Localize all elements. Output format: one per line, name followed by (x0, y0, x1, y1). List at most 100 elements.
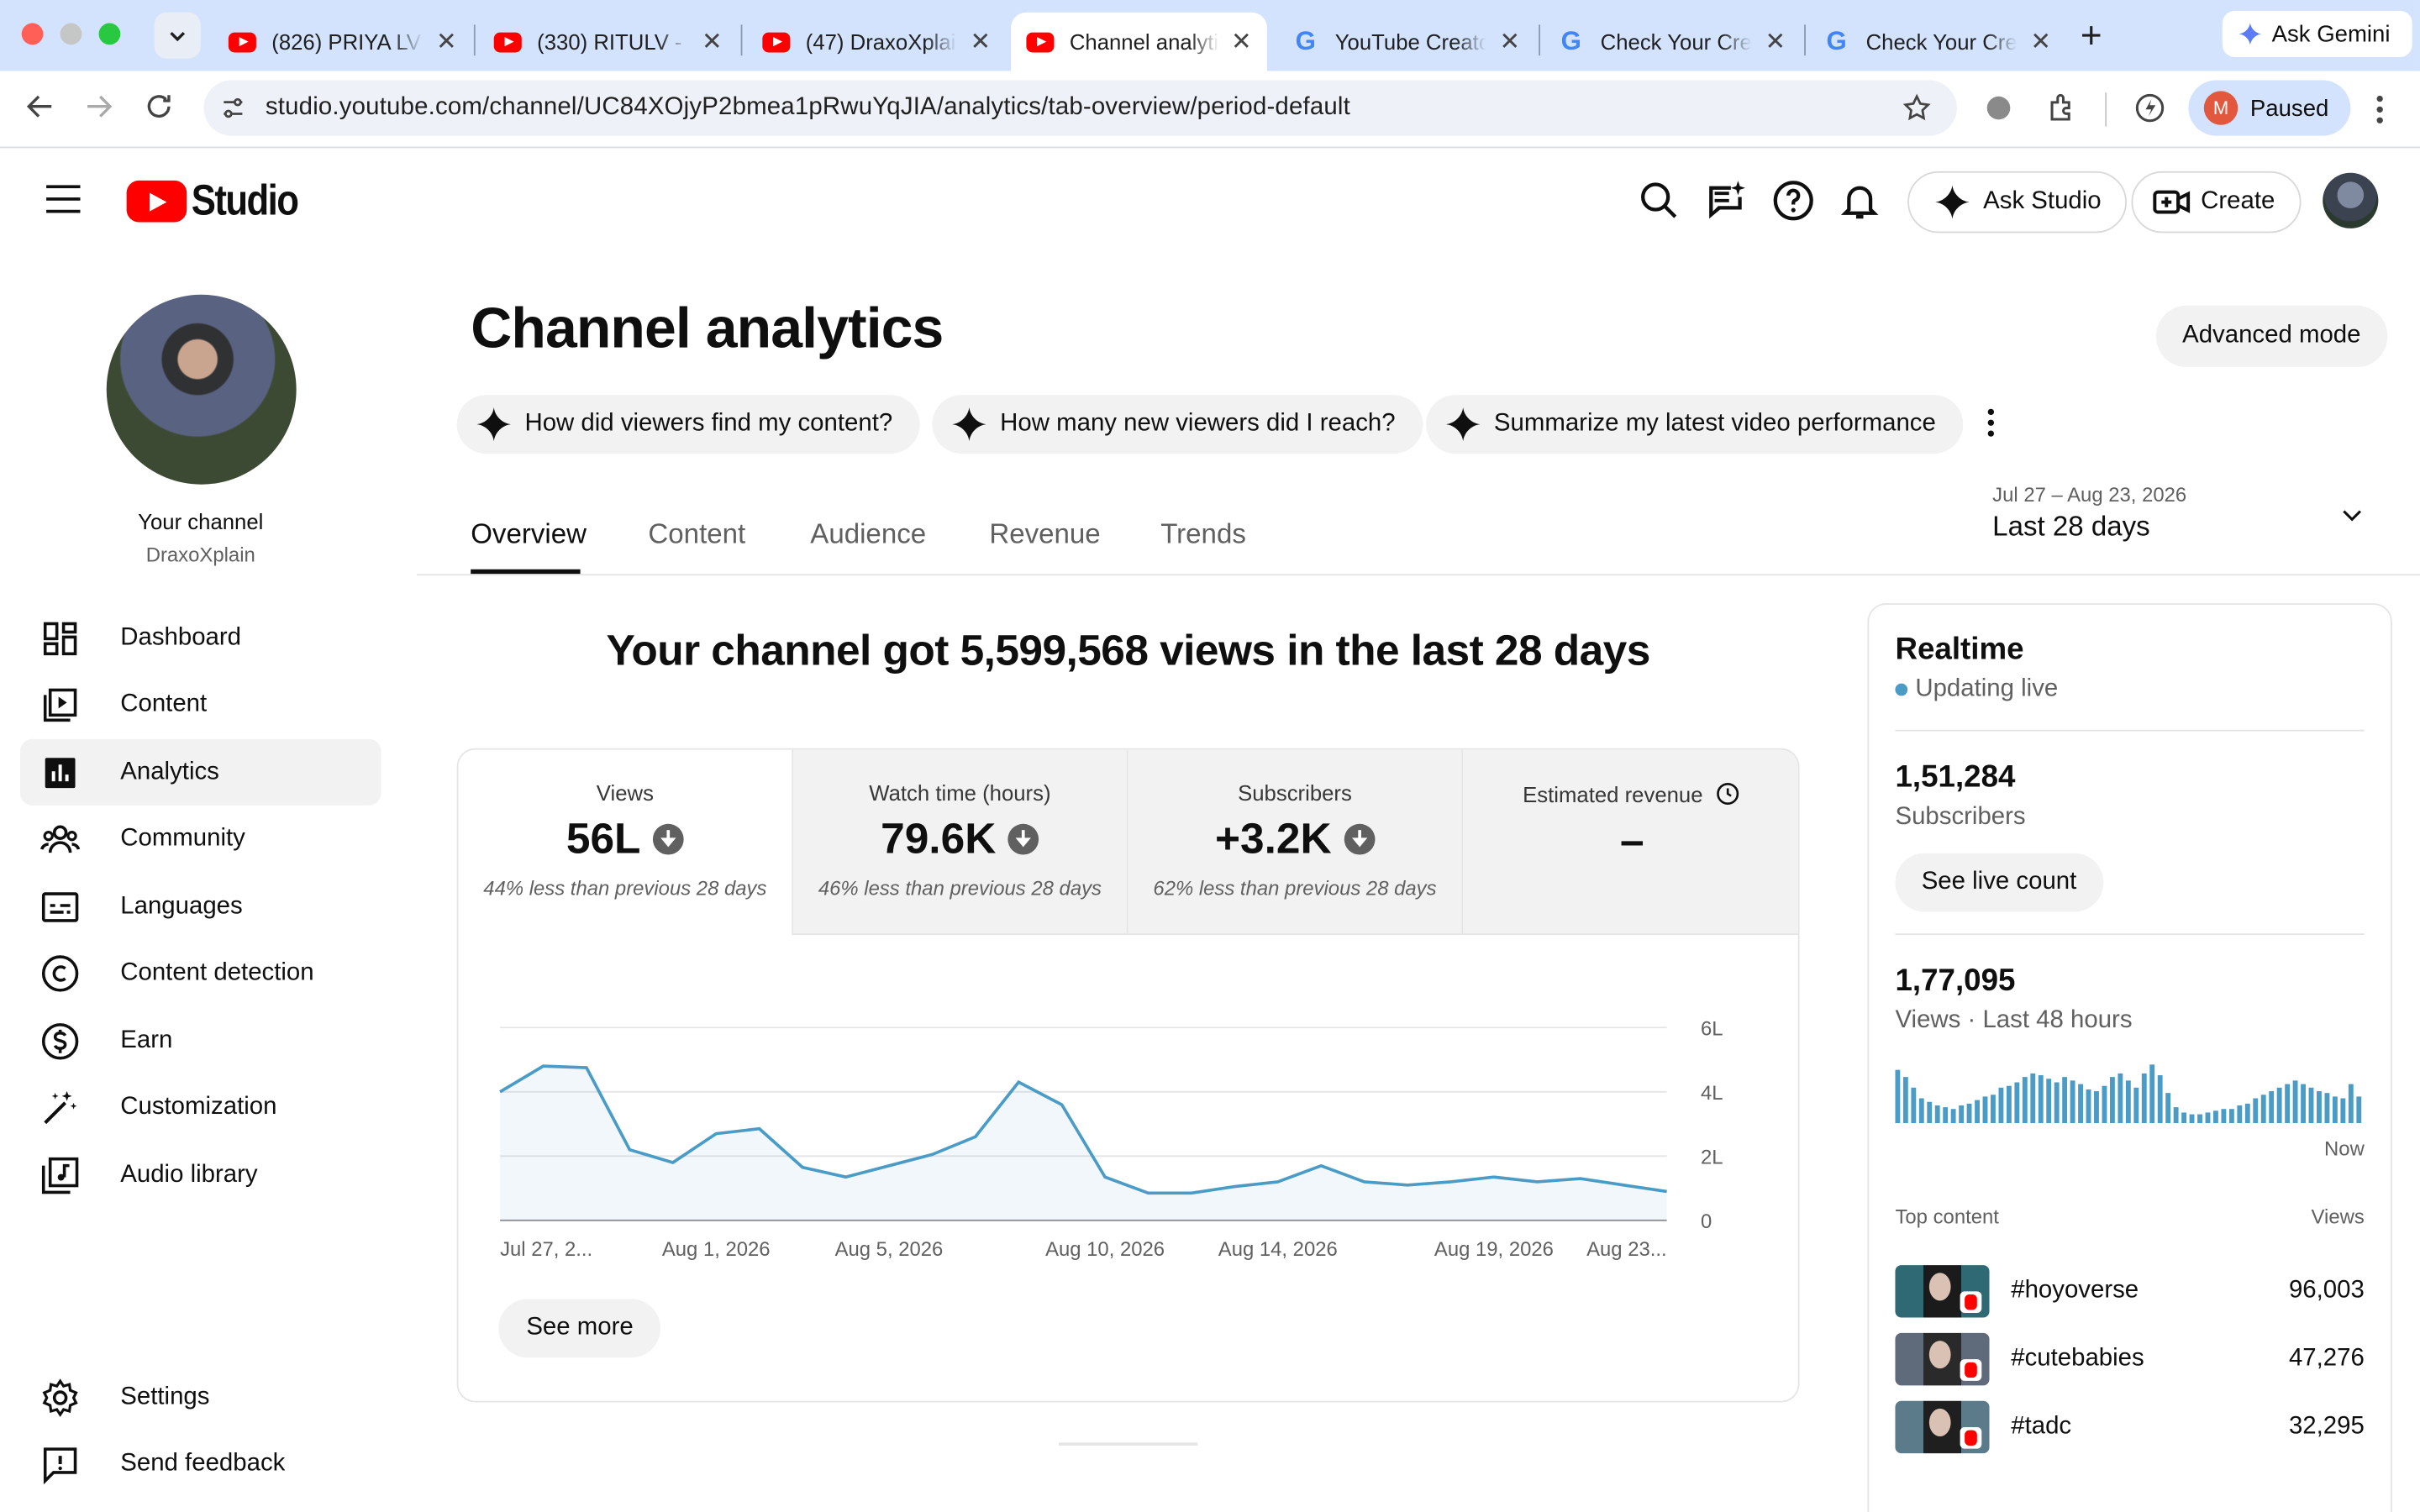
metric-value: 79.6K (881, 814, 997, 863)
close-tab-icon[interactable]: ✕ (2018, 26, 2051, 57)
back-arrow-icon[interactable] (22, 90, 59, 123)
sidebar-item-content-detection[interactable]: Content detection (20, 940, 381, 1006)
studio-logo[interactable]: Studio (126, 176, 317, 225)
chevron-down-icon[interactable] (2339, 503, 2364, 528)
ask-gemini-button[interactable]: Ask Gemini (2222, 10, 2412, 57)
views-line-chart: 0 2L 4L 6L Jul 27, 2... Aug 1, 2026 Aug 5, 202… (499, 1017, 1723, 1261)
x-tick-label: Aug 23... (1586, 1238, 1667, 1261)
tab-trends[interactable]: Trends (1160, 518, 1246, 551)
realtime-bar (1975, 1100, 1980, 1124)
sidebar-item-settings[interactable]: Settings (20, 1364, 381, 1431)
comments-sparkle-icon[interactable] (1704, 179, 1747, 222)
browser-menu-icon[interactable] (2376, 95, 2383, 123)
channel-name: DraxoXplain (145, 543, 255, 567)
logo-text: Studio (191, 176, 299, 224)
metric-subscribers[interactable]: Subscribers +3.2K 62% less than previous… (1128, 749, 1464, 936)
tab-overview[interactable]: Overview (471, 518, 587, 551)
search-icon[interactable] (1638, 179, 1681, 222)
close-tab-icon[interactable]: ✕ (689, 26, 723, 57)
metric-label: Estimated revenue (1523, 781, 1703, 806)
ask-studio-label: Ask Studio (1983, 188, 2102, 215)
sidebar-item-earn[interactable]: Earn (20, 1007, 381, 1074)
profile-button[interactable]: M Paused (2188, 80, 2351, 136)
maximize-window-button[interactable] (98, 23, 121, 45)
gemini-sparkle-icon (2238, 22, 2262, 45)
browser-tab[interactable]: (330) RITULV - ✕ (478, 13, 738, 71)
browser-tab[interactable]: G YouTube Creator ✕ (1276, 13, 1536, 71)
realtime-bar (2292, 1080, 2298, 1124)
minimize-window-button[interactable] (60, 23, 82, 45)
tab-content[interactable]: Content (648, 518, 745, 551)
tab-revenue[interactable]: Revenue (989, 518, 1100, 551)
tab-audience[interactable]: Audience (810, 518, 926, 551)
metric-value: 56L (566, 814, 641, 863)
realtime-bar (2317, 1091, 2322, 1124)
tab-search-button[interactable] (154, 12, 201, 59)
suggestion-chip[interactable]: How did viewers find my content? (456, 395, 921, 454)
sidebar-item-customization[interactable]: Customization (20, 1074, 381, 1140)
browser-tab[interactable]: G Check Your Cre ✕ (1542, 13, 1802, 71)
see-more-button[interactable]: See more (498, 1299, 661, 1358)
account-avatar[interactable] (2323, 172, 2379, 228)
sidebar-item-send-feedback[interactable]: Send feedback (20, 1431, 381, 1497)
channel-avatar[interactable] (106, 294, 297, 485)
live-dot-icon (1895, 683, 1908, 696)
reload-icon[interactable] (140, 90, 177, 123)
google-icon: G (1560, 26, 1581, 56)
sidebar-item-languages[interactable]: Languages (20, 874, 381, 940)
browser-tab[interactable]: G Check Your Cre ✕ (1807, 13, 2067, 71)
close-tab-icon[interactable]: ✕ (958, 26, 992, 57)
site-settings-icon[interactable] (219, 94, 247, 122)
forward-arrow-icon[interactable] (81, 90, 118, 123)
metric-estimated-revenue[interactable]: Estimated revenue – (1463, 749, 1798, 936)
create-button[interactable]: Create (2131, 171, 2302, 234)
realtime-bar (2237, 1105, 2243, 1124)
browser-tab-active[interactable]: Channel analytics ✕ (1011, 12, 1267, 71)
advanced-mode-button[interactable]: Advanced mode (2155, 305, 2387, 368)
sidebar-item-label: Audio library (120, 1161, 258, 1188)
extensions-icon[interactable] (2045, 91, 2079, 124)
sidebar-item-content[interactable]: Content (20, 671, 381, 738)
google-icon: G (1295, 26, 1316, 56)
realtime-bar (2340, 1098, 2346, 1124)
performance-icon[interactable] (2133, 91, 2166, 124)
new-tab-button[interactable]: + (2081, 15, 2102, 58)
menu-icon[interactable] (46, 185, 81, 222)
see-live-count-button[interactable]: See live count (1895, 853, 2103, 912)
close-tab-icon[interactable]: ✕ (1487, 26, 1521, 57)
sidebar-item-label: Content detection (120, 958, 314, 985)
close-window-button[interactable] (21, 23, 44, 45)
sidebar-item-dashboard[interactable]: Dashboard (20, 605, 381, 671)
suggestion-chip[interactable]: Summarize my latest video performance (1426, 395, 1964, 454)
translate-icon[interactable] (1983, 92, 2014, 123)
address-bar[interactable]: studio.youtube.com/channel/UC84XOjyP2bme… (203, 80, 1957, 136)
sidebar-item-audio-library[interactable]: Audio library (20, 1142, 381, 1208)
realtime-bar (2276, 1087, 2282, 1124)
close-tab-icon[interactable]: ✕ (1753, 26, 1786, 57)
top-content-row[interactable]: #tadc 32,295 (1895, 1400, 2365, 1454)
realtime-bar (2228, 1109, 2234, 1124)
realtime-views-bar-chart (1895, 1064, 2362, 1124)
suggestion-chip[interactable]: How many new viewers did I reach? (932, 395, 1423, 454)
sidebar-item-analytics[interactable]: Analytics (19, 738, 381, 806)
top-content-row[interactable]: #cutebabies 47,276 (1895, 1332, 2365, 1386)
ask-studio-button[interactable]: Ask Studio (1907, 171, 2128, 234)
bookmark-star-icon[interactable] (1902, 92, 1933, 123)
close-tab-icon[interactable]: ✕ (1218, 26, 1252, 57)
metric-label: Watch time (hours) (869, 780, 1051, 806)
realtime-bar (2149, 1064, 2155, 1124)
metric-views[interactable]: Views 56L 44% less than previous 28 days (458, 749, 794, 936)
realtime-bar (2253, 1098, 2259, 1124)
realtime-bar (2133, 1087, 2139, 1124)
tab-title: Check Your Cre (1600, 29, 1752, 55)
browser-tab[interactable]: (47) DraxoXplain ✕ (747, 13, 1007, 71)
browser-tab[interactable]: (826) PRIYA LV ✕ (213, 13, 472, 71)
realtime-bar (2197, 1114, 2202, 1124)
more-options-icon[interactable] (1987, 408, 1997, 442)
close-tab-icon[interactable]: ✕ (424, 26, 457, 57)
notifications-bell-icon[interactable] (1839, 179, 1881, 222)
help-icon[interactable] (1772, 179, 1815, 222)
metric-watch-time[interactable]: Watch time (hours) 79.6K 46% less than p… (793, 749, 1128, 936)
top-content-row[interactable]: #hoyoverse 96,003 (1895, 1265, 2365, 1318)
sidebar-item-community[interactable]: Community (20, 806, 381, 872)
